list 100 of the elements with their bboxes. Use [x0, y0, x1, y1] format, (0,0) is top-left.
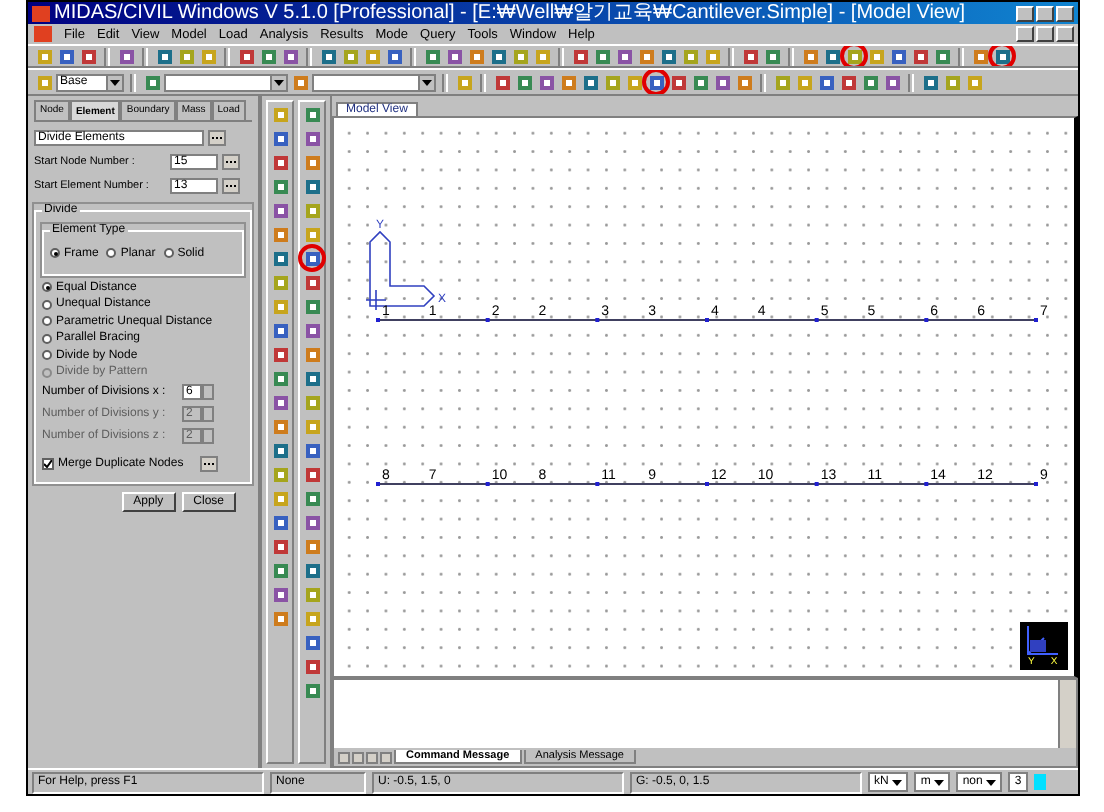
- tool-icon[interactable]: [624, 72, 644, 92]
- tool-icon[interactable]: [302, 512, 322, 532]
- tool-icon[interactable]: [488, 46, 508, 66]
- tool-icon[interactable]: [258, 46, 278, 66]
- tool-icon[interactable]: [816, 72, 836, 92]
- tool-icon[interactable]: [444, 46, 464, 66]
- tool-icon[interactable]: [302, 584, 322, 604]
- tool-icon[interactable]: [302, 128, 322, 148]
- maximize-button[interactable]: [1036, 5, 1054, 21]
- tool-icon[interactable]: [270, 440, 290, 460]
- tool-icon[interactable]: [270, 368, 290, 388]
- tool-icon[interactable]: [270, 416, 290, 436]
- more-button[interactable]: [208, 130, 226, 146]
- tool-icon[interactable]: [384, 46, 404, 66]
- circled-tool-icon[interactable]: [646, 72, 666, 92]
- tool-icon[interactable]: [302, 344, 322, 364]
- tool-icon[interactable]: [302, 488, 322, 508]
- tool-icon[interactable]: [270, 152, 290, 172]
- tool-icon[interactable]: [302, 176, 322, 196]
- tool-icon[interactable]: [302, 320, 322, 340]
- tool-icon[interactable]: [302, 272, 322, 292]
- radio-button[interactable]: [42, 350, 52, 360]
- tool-icon[interactable]: [762, 46, 782, 66]
- tool-icon[interactable]: [302, 656, 322, 676]
- tool-icon[interactable]: [636, 46, 656, 66]
- scrollbar[interactable]: [1058, 680, 1076, 748]
- tool-icon[interactable]: [340, 46, 360, 66]
- radio-button[interactable]: [42, 333, 52, 343]
- tool-icon[interactable]: [302, 464, 322, 484]
- tool-icon[interactable]: [888, 46, 908, 66]
- radio-button[interactable]: [106, 248, 117, 258]
- tool-icon[interactable]: [558, 72, 578, 92]
- checkbox[interactable]: [42, 458, 54, 470]
- more-button[interactable]: [199, 456, 218, 472]
- radio-button[interactable]: [42, 282, 52, 292]
- circled-tool-icon[interactable]: [302, 248, 322, 268]
- tool-icon[interactable]: [302, 632, 322, 652]
- tool-icon[interactable]: [882, 72, 902, 92]
- tool-icon[interactable]: [302, 440, 322, 460]
- tool-icon[interactable]: [270, 272, 290, 292]
- tool-icon[interactable]: [302, 296, 322, 316]
- tool-icon[interactable]: [270, 176, 290, 196]
- tool-icon[interactable]: [838, 72, 858, 92]
- tool-icon[interactable]: [910, 46, 930, 66]
- tool-icon[interactable]: [942, 72, 962, 92]
- tool-icon[interactable]: [668, 72, 688, 92]
- tool-icon[interactable]: [142, 72, 162, 92]
- tool-icon[interactable]: [270, 512, 290, 532]
- dropdown[interactable]: [312, 73, 436, 91]
- tool-icon[interactable]: [270, 200, 290, 220]
- tool-icon[interactable]: [510, 46, 530, 66]
- tool-icon[interactable]: [302, 368, 322, 388]
- tool-icon[interactable]: [860, 72, 880, 92]
- circled-tool-icon[interactable]: [844, 46, 864, 66]
- tool-icon[interactable]: [280, 46, 300, 66]
- more-button[interactable]: [222, 154, 240, 170]
- tool-icon[interactable]: [302, 560, 322, 580]
- tool-icon[interactable]: [236, 46, 256, 66]
- radio-button[interactable]: [42, 316, 52, 326]
- tool-icon[interactable]: [536, 72, 556, 92]
- radio-button[interactable]: [42, 299, 52, 309]
- circled-tool-icon[interactable]: [992, 46, 1012, 66]
- tool-icon[interactable]: [800, 46, 820, 66]
- tool-icon[interactable]: [154, 46, 174, 66]
- tool-icon[interactable]: [614, 46, 634, 66]
- tool-icon[interactable]: [302, 152, 322, 172]
- tool-icon[interactable]: [658, 46, 678, 66]
- tool-icon[interactable]: [176, 46, 196, 66]
- tool-icon[interactable]: [290, 72, 310, 92]
- tool-icon[interactable]: [712, 72, 732, 92]
- tool-icon[interactable]: [580, 72, 600, 92]
- tool-icon[interactable]: [822, 46, 842, 66]
- tool-icon[interactable]: [740, 46, 760, 66]
- tool-icon[interactable]: [302, 536, 322, 556]
- tool-icon[interactable]: [270, 248, 290, 268]
- tool-icon[interactable]: [514, 72, 534, 92]
- tool-icon[interactable]: [690, 72, 710, 92]
- tool-icon[interactable]: [734, 72, 754, 92]
- tool-icon[interactable]: [270, 224, 290, 244]
- tool-icon[interactable]: [318, 46, 338, 66]
- tool-icon[interactable]: [270, 608, 290, 628]
- tool-icon[interactable]: [302, 680, 322, 700]
- tool-icon[interactable]: [492, 72, 512, 92]
- tool-icon[interactable]: [56, 46, 76, 66]
- tool-icon[interactable]: [302, 104, 322, 124]
- tool-icon[interactable]: [302, 392, 322, 412]
- tool-icon[interactable]: [592, 46, 612, 66]
- tool-icon[interactable]: [270, 464, 290, 484]
- tool-icon[interactable]: [270, 560, 290, 580]
- tool-icon[interactable]: [772, 72, 792, 92]
- radio-button[interactable]: [163, 248, 174, 258]
- tool-icon[interactable]: [270, 320, 290, 340]
- more-button[interactable]: [222, 178, 240, 194]
- tool-icon[interactable]: [270, 392, 290, 412]
- tool-icon[interactable]: [270, 128, 290, 148]
- tool-icon[interactable]: [78, 46, 98, 66]
- tool-icon[interactable]: [920, 72, 940, 92]
- dropdown[interactable]: [164, 73, 288, 91]
- tool-icon[interactable]: [680, 46, 700, 66]
- tool-icon[interactable]: [602, 72, 622, 92]
